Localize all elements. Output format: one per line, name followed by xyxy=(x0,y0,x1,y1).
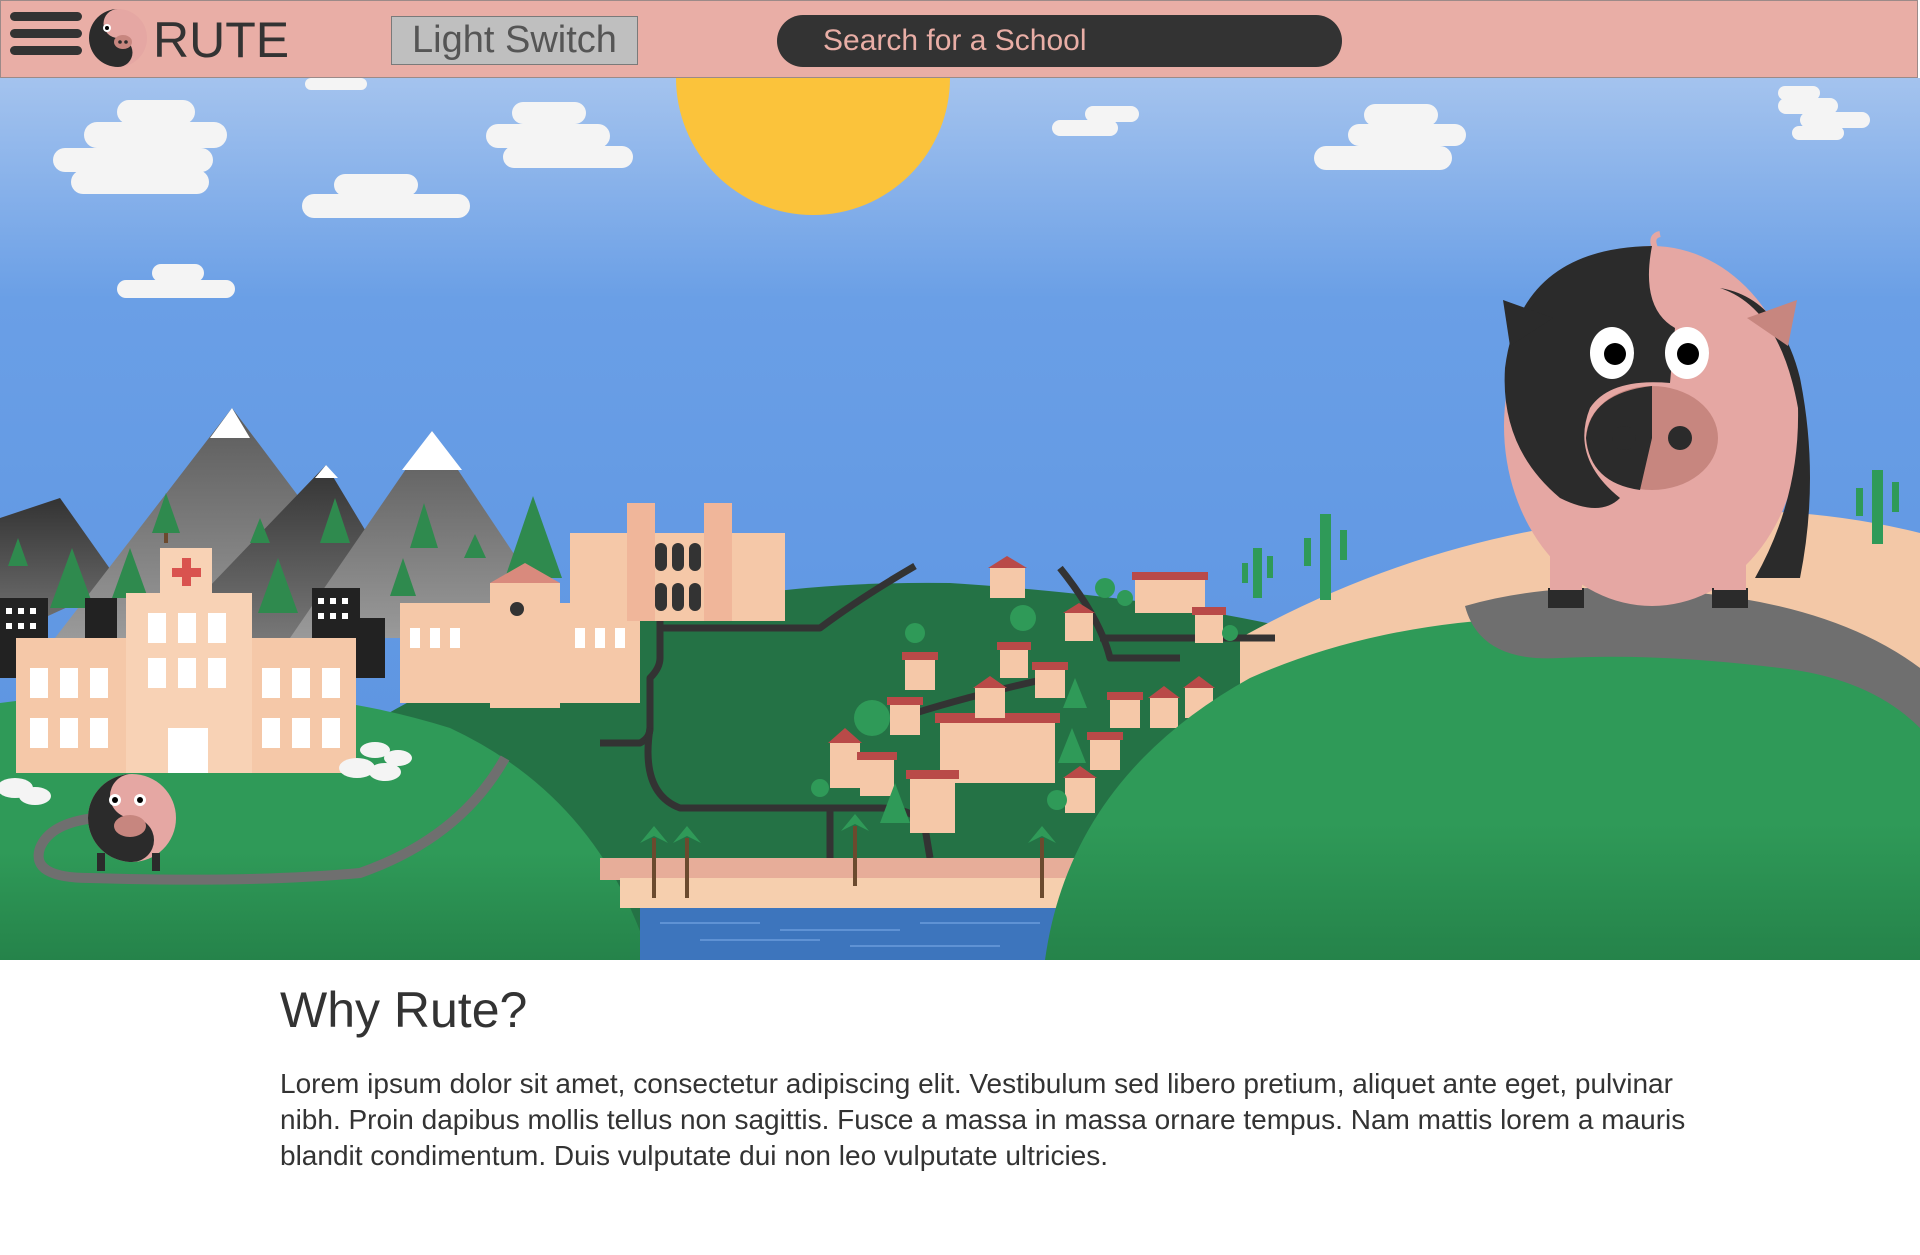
hero-illustration xyxy=(0,78,1920,960)
top-navigation-bar: RUTE Light Switch xyxy=(0,0,1918,78)
pig-logo-icon[interactable] xyxy=(85,8,151,68)
main-content: Why Rute? Lorem ipsum dolor sit amet, co… xyxy=(280,980,1700,1174)
beach xyxy=(600,858,1100,960)
light-switch-button[interactable]: Light Switch xyxy=(391,16,638,65)
section-body: Lorem ipsum dolor sit amet, consectetur … xyxy=(280,1068,1686,1171)
brand-name[interactable]: RUTE xyxy=(153,11,289,69)
hamburger-menu-icon[interactable] xyxy=(10,12,82,68)
section-heading: Why Rute? xyxy=(280,982,528,1038)
school-search-input[interactable] xyxy=(777,15,1342,67)
